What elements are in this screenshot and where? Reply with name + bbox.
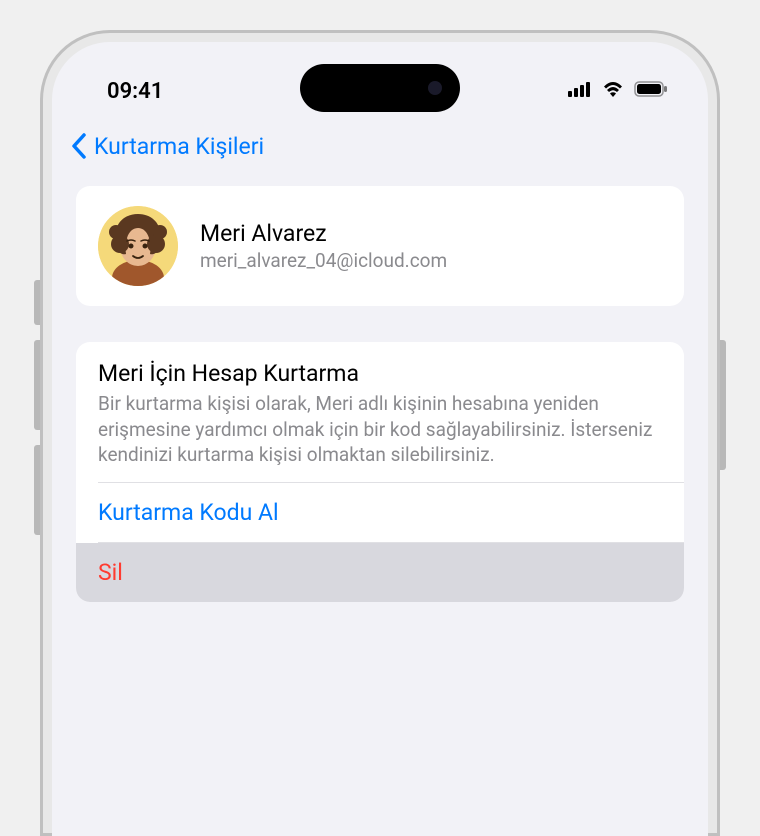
contact-info: Meri Alvarez meri_alvarez_04@icloud.com	[200, 220, 447, 272]
section-header: Meri İçin Hesap Kurtarma Bir kurtarma ki…	[76, 342, 684, 482]
volume-button	[34, 445, 40, 535]
cellular-icon	[568, 81, 592, 101]
phone-frame: 09:41 Kurtarma Kişileri	[40, 30, 720, 836]
remove-button[interactable]: Sil	[76, 543, 684, 602]
status-icons	[568, 80, 668, 102]
power-button	[720, 340, 726, 470]
nav-back-label[interactable]: Kurtarma Kişileri	[94, 133, 264, 160]
dynamic-island	[300, 64, 460, 112]
contact-card: Meri Alvarez meri_alvarez_04@icloud.com	[76, 186, 684, 306]
get-recovery-code-button[interactable]: Kurtarma Kodu Al	[76, 483, 684, 542]
battery-icon	[634, 81, 668, 101]
back-chevron-icon[interactable]	[70, 132, 88, 160]
nav-bar: Kurtarma Kişileri	[52, 122, 708, 176]
avatar	[98, 206, 178, 286]
contact-name: Meri Alvarez	[200, 220, 447, 247]
section-title: Meri İçin Hesap Kurtarma	[98, 360, 662, 387]
contact-email: meri_alvarez_04@icloud.com	[200, 249, 447, 272]
status-time: 09:41	[107, 79, 163, 104]
wifi-icon	[601, 80, 625, 102]
screen: 09:41 Kurtarma Kişileri	[52, 42, 708, 836]
recovery-section: Meri İçin Hesap Kurtarma Bir kurtarma ki…	[76, 342, 684, 602]
section-description: Bir kurtarma kişisi olarak, Meri adlı ki…	[98, 391, 662, 468]
contact-row[interactable]: Meri Alvarez meri_alvarez_04@icloud.com	[76, 186, 684, 306]
